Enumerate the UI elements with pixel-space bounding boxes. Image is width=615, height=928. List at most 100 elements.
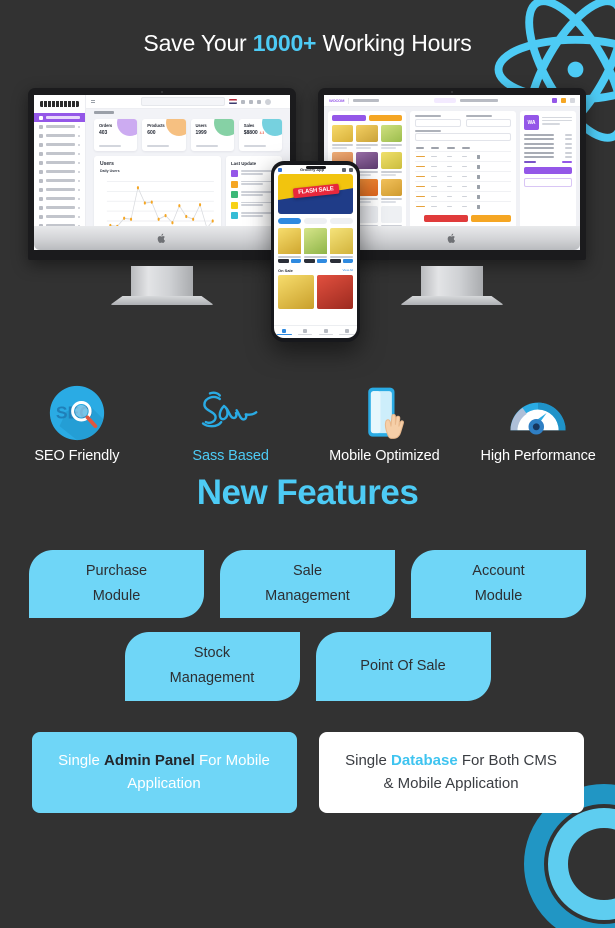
- sidebar-item[interactable]: [34, 176, 85, 185]
- sidebar-item[interactable]: [34, 158, 85, 167]
- cart-icon[interactable]: [561, 98, 566, 103]
- bell-icon[interactable]: [249, 100, 253, 104]
- nav-wishlist[interactable]: [316, 329, 337, 336]
- message-icon[interactable]: [257, 100, 261, 104]
- product-card[interactable]: [304, 228, 327, 263]
- legend-swatch: [231, 181, 238, 188]
- sidebar-item[interactable]: [34, 140, 85, 149]
- category-tabs: [274, 214, 357, 228]
- pill-point-of-sale[interactable]: Point Of Sale: [316, 632, 491, 701]
- grid-icon[interactable]: [552, 98, 557, 103]
- col-name: [415, 144, 430, 152]
- sidebar-item[interactable]: [34, 212, 85, 221]
- product-card[interactable]: [330, 228, 353, 263]
- info-card-database: Single Database For Both CMS & Mobile Ap…: [319, 732, 584, 813]
- pill-account-module[interactable]: Account Module: [411, 550, 586, 618]
- info-before: Single: [345, 752, 391, 769]
- product-card[interactable]: [278, 228, 301, 263]
- table-row[interactable]: [415, 152, 511, 162]
- view-all-link[interactable]: View All: [343, 268, 353, 272]
- table-row[interactable]: [415, 202, 511, 212]
- mobile-icon: [361, 385, 407, 441]
- pos-counter-badge: [434, 98, 456, 103]
- table-row[interactable]: [415, 182, 511, 192]
- product-card[interactable]: [332, 125, 353, 149]
- feature-label: Sass Based: [154, 448, 308, 464]
- sidebar-item[interactable]: [34, 149, 85, 158]
- col-quantity: [430, 144, 445, 152]
- customer-block: WA: [524, 115, 572, 130]
- flash-sale-banner[interactable]: FLASH SALE: [278, 174, 353, 214]
- sidebar-item[interactable]: [34, 167, 85, 176]
- section-title: On Sale: [278, 268, 293, 273]
- stat-title: Orders: [99, 123, 132, 128]
- phone-mockup: Grocery App FLASH SALE: [271, 161, 360, 342]
- product-card[interactable]: [317, 275, 353, 309]
- pill-purchase-module[interactable]: Purchase Module: [29, 550, 204, 618]
- info-card-row: Single Admin Panel For Mobile Applicatio…: [0, 732, 615, 813]
- sidebar-item[interactable]: [34, 203, 85, 212]
- sidebar-item[interactable]: [34, 185, 85, 194]
- feature-label: Mobile Optimized: [308, 448, 462, 464]
- warehouse-field[interactable]: [415, 115, 461, 127]
- customer-field[interactable]: [466, 115, 512, 127]
- monitor-bezel: Orders 403 Products 600: [28, 88, 296, 260]
- cancel-order-button[interactable]: [424, 215, 468, 222]
- info-card-admin-panel: Single Admin Panel For Mobile Applicatio…: [32, 732, 297, 813]
- flag-icon[interactable]: [229, 99, 237, 104]
- dashboard-icon: [39, 116, 43, 120]
- pill-line-1: Purchase: [86, 563, 147, 579]
- sidebar-item[interactable]: [34, 122, 85, 131]
- col-discount: [446, 144, 461, 152]
- table-row[interactable]: [415, 192, 511, 202]
- feature-high-performance: High Performance: [461, 383, 615, 464]
- chart-subtitle: Daily Users: [100, 169, 215, 173]
- pos-topbar: WOCOM: [324, 95, 580, 107]
- stat-card-products: Products 600: [142, 119, 185, 151]
- product-row: [274, 228, 357, 263]
- avatar[interactable]: [265, 99, 271, 105]
- dashboard-logo: [40, 101, 79, 107]
- nav-categories[interactable]: [295, 329, 316, 336]
- pill-line-1: Point Of Sale: [360, 658, 445, 674]
- product-card[interactable]: [381, 125, 402, 149]
- sidebar-item[interactable]: [34, 131, 85, 140]
- scan-product-field[interactable]: [415, 130, 511, 142]
- product-card[interactable]: [381, 152, 402, 176]
- brand-filter[interactable]: [369, 115, 403, 121]
- on-sale-section-header: On Sale View All: [274, 263, 357, 275]
- recent-orders-button[interactable]: [524, 178, 572, 187]
- category-filter[interactable]: [332, 115, 366, 121]
- sidebar-item[interactable]: [34, 194, 85, 203]
- table-row[interactable]: [415, 162, 511, 172]
- pay-now-button[interactable]: [524, 167, 572, 174]
- stat-card-sales: Sales $88004.3: [239, 119, 282, 151]
- stat-value: $88004.3: [244, 130, 277, 136]
- tab-fruits[interactable]: [304, 218, 327, 224]
- tab-top-seller[interactable]: [278, 218, 301, 224]
- headline-accent: 1000+: [253, 30, 317, 56]
- search-icon[interactable]: [342, 168, 346, 172]
- user-icon[interactable]: [570, 98, 575, 103]
- product-card[interactable]: [278, 275, 314, 309]
- device-mockups: Orders 403 Products 600: [0, 88, 615, 358]
- table-row[interactable]: [415, 172, 511, 182]
- cart-icon[interactable]: [349, 168, 353, 172]
- product-card[interactable]: [381, 179, 402, 203]
- sidebar-item-dashboard[interactable]: [34, 113, 85, 122]
- search-input[interactable]: [141, 97, 225, 106]
- bottom-nav: [274, 325, 357, 338]
- product-card[interactable]: [356, 125, 377, 149]
- hold-order-button[interactable]: [471, 215, 511, 222]
- pill-line-1: Sale: [293, 563, 322, 579]
- headline-before: Save Your: [143, 30, 252, 56]
- fullscreen-icon[interactable]: [241, 100, 245, 104]
- pos-action-row: [415, 215, 511, 222]
- pill-sale-management[interactable]: Sale Management: [220, 550, 395, 618]
- nav-home[interactable]: [274, 329, 295, 336]
- menu-icon[interactable]: [278, 168, 282, 172]
- pill-stock-management[interactable]: Stock Management: [125, 632, 300, 701]
- menu-toggle-icon[interactable]: [91, 100, 95, 103]
- tab-vegetables[interactable]: [330, 218, 353, 224]
- nav-account[interactable]: [336, 329, 357, 336]
